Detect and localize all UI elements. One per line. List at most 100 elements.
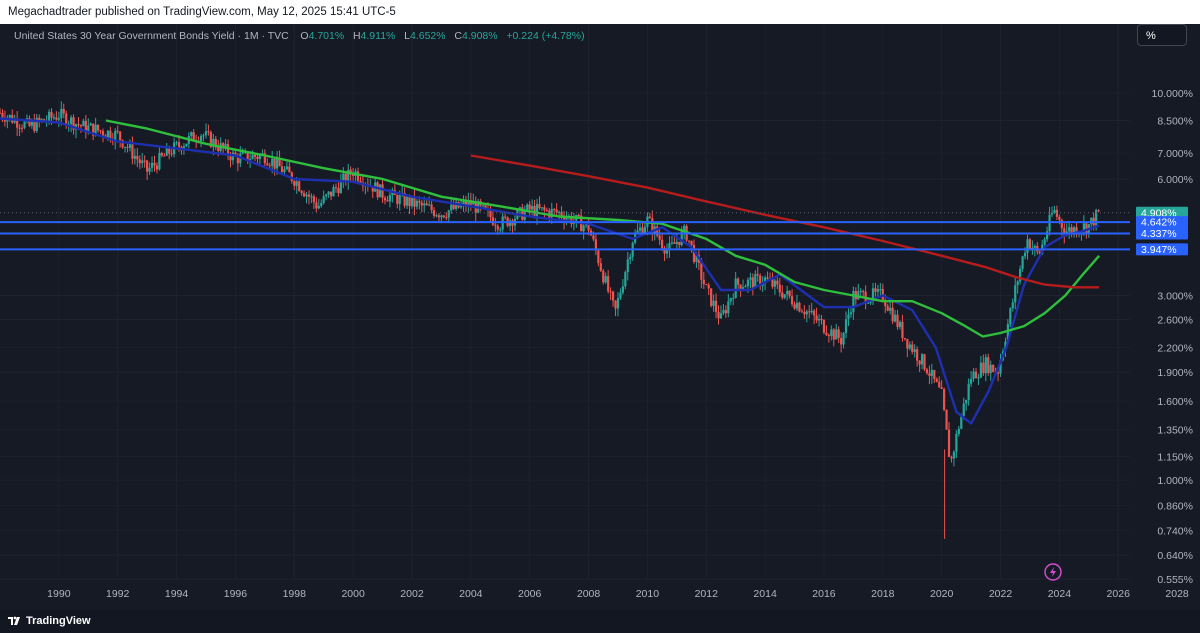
candle-body — [614, 300, 617, 309]
candle-body — [543, 207, 546, 211]
lightning-icon[interactable] — [1044, 563, 1062, 581]
candle-body — [271, 158, 274, 166]
x-tick-label: 2020 — [930, 588, 954, 600]
candle-body — [322, 196, 325, 203]
candle-body — [310, 196, 313, 198]
candle-body — [906, 339, 909, 349]
candle-body — [317, 205, 320, 209]
candle-body — [945, 409, 948, 430]
price-badge-label: 4.642% — [1141, 217, 1177, 229]
candle-body — [756, 274, 759, 276]
candle-body — [418, 200, 421, 203]
y-tick-label: 7.000% — [1157, 148, 1193, 160]
candle-body — [746, 279, 750, 287]
candle-body — [442, 215, 445, 218]
candle-body — [163, 155, 166, 157]
candle-body — [1016, 281, 1019, 286]
candle-body — [817, 318, 821, 321]
candle-body — [602, 270, 605, 283]
price-chart[interactable]: 10.000% 8.500% 7.000% 6.000% 3.000% 2.600% 2.2… — [0, 24, 1200, 609]
candle-body — [146, 160, 149, 172]
candle-body — [1055, 209, 1059, 217]
candle-body — [989, 364, 992, 374]
y-tick-label: 0.640% — [1157, 550, 1193, 562]
y-tick-label: 1.150% — [1157, 452, 1193, 464]
candle-body — [202, 135, 205, 137]
candle-body — [638, 227, 642, 231]
candle-body — [947, 429, 951, 457]
candle-body — [916, 349, 919, 361]
candle-body — [266, 163, 269, 166]
candle-body — [150, 162, 154, 168]
candle-body — [143, 160, 146, 162]
candle-body — [396, 195, 399, 205]
candle-body — [773, 280, 777, 287]
candle-body — [334, 187, 338, 189]
y-tick-label: 1.600% — [1157, 396, 1193, 408]
candle-body — [0, 112, 2, 114]
candle-body — [256, 156, 259, 160]
candle-body — [673, 242, 676, 244]
candle-body — [251, 154, 254, 160]
candle-body — [1014, 285, 1017, 303]
candle-body — [835, 329, 838, 340]
candle-body — [540, 207, 544, 209]
x-tick-label: 2010 — [636, 588, 660, 600]
percent-scale-button[interactable]: % — [1137, 24, 1187, 46]
candle-body — [1011, 302, 1014, 309]
candle-body — [783, 294, 786, 298]
candle-body — [619, 292, 622, 299]
candle-body — [383, 197, 387, 201]
candle-body — [20, 127, 24, 129]
candle-body — [844, 319, 848, 333]
candle-body — [295, 181, 298, 186]
candle-body — [207, 131, 210, 133]
candle-body — [732, 297, 735, 299]
candle-body — [751, 277, 754, 288]
candle-body — [1026, 239, 1029, 253]
candle-body — [133, 155, 136, 159]
candle-body — [528, 204, 531, 210]
candle-body — [803, 312, 806, 315]
candles — [0, 101, 1100, 539]
time-axis: 1990 1992 1994 1996 1998 2000 2002 2004 2006 2008… — [47, 588, 1189, 600]
candle-body — [428, 204, 431, 206]
candle-body — [62, 108, 65, 114]
candle-body — [722, 310, 725, 314]
candle-body — [675, 241, 678, 244]
candle-body — [813, 310, 816, 316]
candle-body — [435, 215, 438, 217]
candle-body — [268, 165, 271, 167]
candle-body — [766, 277, 769, 279]
candle-body — [592, 235, 595, 240]
candle-body — [55, 117, 58, 120]
x-tick-label: 1996 — [224, 588, 248, 600]
candle-body — [445, 217, 448, 219]
candle-body — [116, 130, 119, 132]
x-tick-label: 2018 — [871, 588, 895, 600]
candle-body — [879, 289, 882, 291]
candle-body — [494, 224, 497, 226]
price-axis: 10.000% 8.500% 7.000% 6.000% 3.000% 2.600% 2.2… — [1130, 24, 1200, 609]
candle-body — [499, 229, 502, 231]
candle-body — [320, 202, 323, 206]
candle-body — [405, 197, 409, 206]
candle-body — [23, 121, 26, 128]
candle-body — [847, 314, 850, 320]
candle-body — [329, 191, 333, 197]
candle-body — [943, 388, 946, 410]
x-tick-label: 2012 — [695, 588, 719, 600]
x-tick-label: 2006 — [518, 588, 542, 600]
candle-body — [381, 184, 384, 198]
candle-body — [582, 225, 585, 232]
candle-body — [830, 329, 833, 337]
candle-body — [891, 307, 894, 322]
candle-body — [280, 166, 284, 173]
candle-body — [1097, 210, 1100, 212]
candle-body — [481, 205, 485, 207]
symbol-name: United States 30 Year Government Bonds Y… — [14, 30, 289, 42]
candle-body — [790, 296, 794, 305]
candle-body — [965, 399, 968, 404]
open-value: 4.701% — [308, 30, 345, 42]
candle-body — [177, 142, 181, 147]
